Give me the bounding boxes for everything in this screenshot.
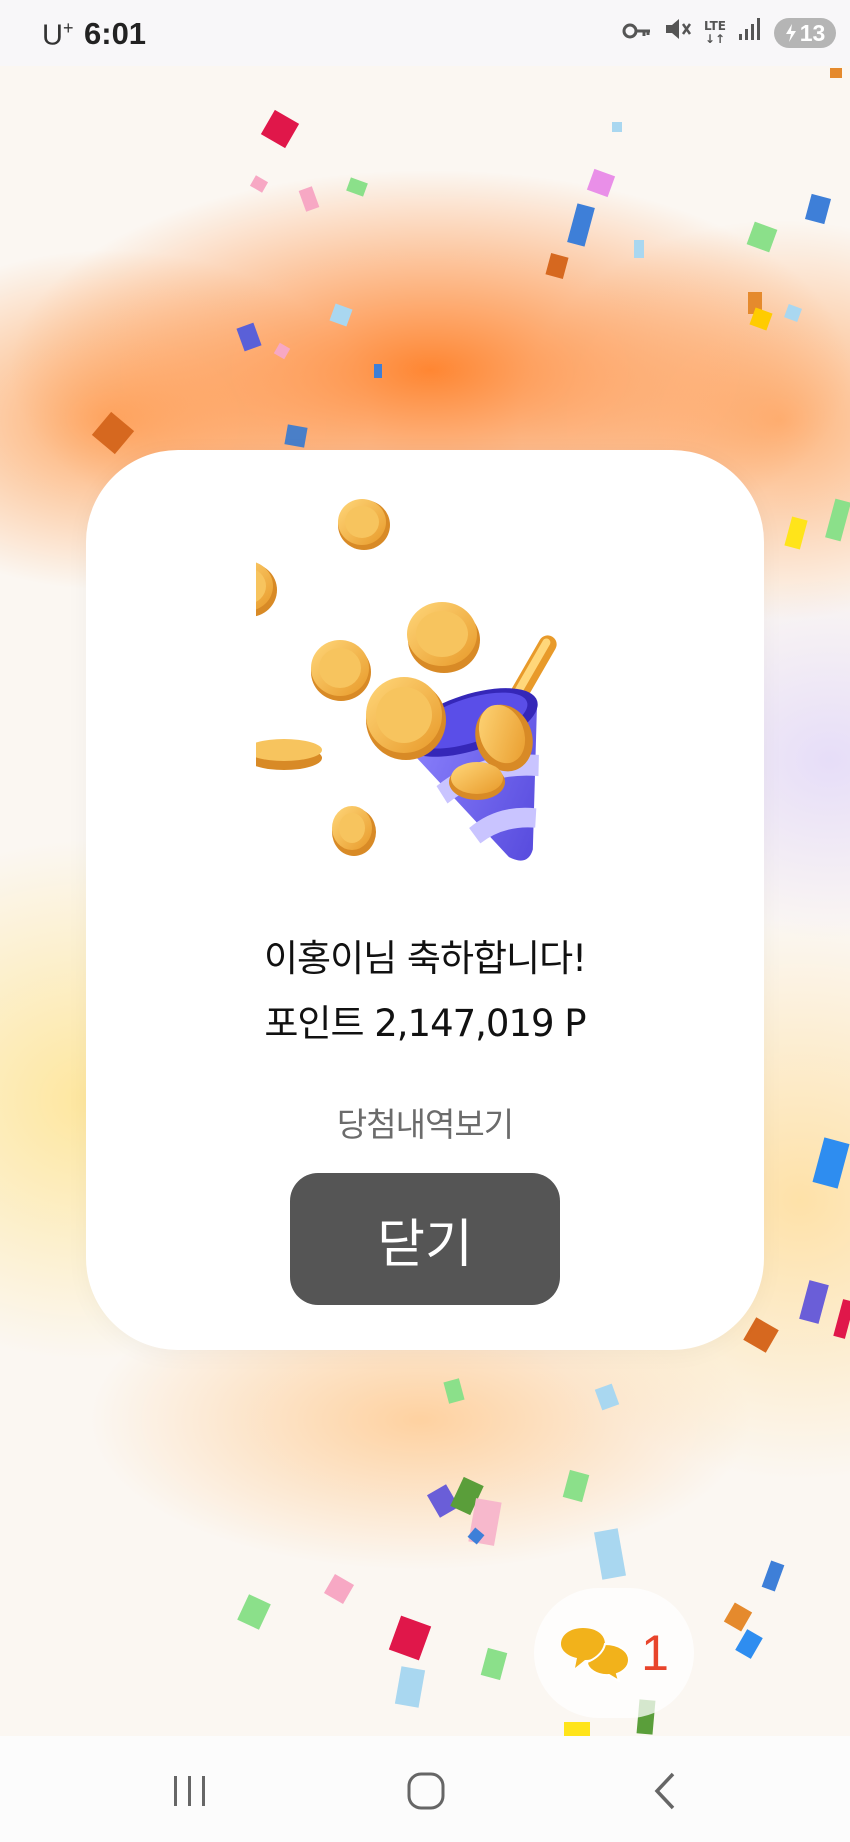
status-time: 6:01 <box>84 16 147 51</box>
chat-bubbles-icon <box>561 1628 631 1682</box>
key-icon <box>622 17 652 49</box>
party-popper-coins-icon <box>256 499 557 861</box>
back-icon <box>654 1772 675 1810</box>
view-history-link[interactable]: 당첨내역보기 <box>86 1098 764 1146</box>
chat-button[interactable]: 1 <box>534 1588 694 1718</box>
points-amount: 포인트 2,147,019 P <box>264 1002 586 1045</box>
battery-level: 13 <box>799 19 826 46</box>
recent-apps-button[interactable] <box>160 1766 220 1816</box>
battery-icon: 13 <box>774 18 836 48</box>
congrats-message: 이홍이님 축하합니다! <box>264 937 587 980</box>
chat-unread-count: 1 <box>641 1625 669 1681</box>
signal-icon <box>738 17 762 49</box>
navigation-bar <box>0 1736 850 1842</box>
mute-icon <box>664 16 692 50</box>
carrier-label: U+ <box>42 18 74 52</box>
close-button[interactable]: 닫기 <box>290 1173 560 1305</box>
home-button[interactable] <box>396 1766 456 1816</box>
back-button[interactable] <box>636 1766 696 1816</box>
home-icon <box>407 1772 445 1810</box>
reward-dialog: 이홍이님 축하합니다! 포인트 2,147,019 P 당첨내역보기 닫기 <box>86 450 764 1350</box>
status-icons: LTE ↓↑ 13 <box>622 17 836 49</box>
status-bar: U+ 6:01 LTE ↓↑ 13 <box>0 0 850 66</box>
lte-icon: LTE ↓↑ <box>703 19 726 46</box>
recent-apps-icon <box>174 1776 205 1806</box>
